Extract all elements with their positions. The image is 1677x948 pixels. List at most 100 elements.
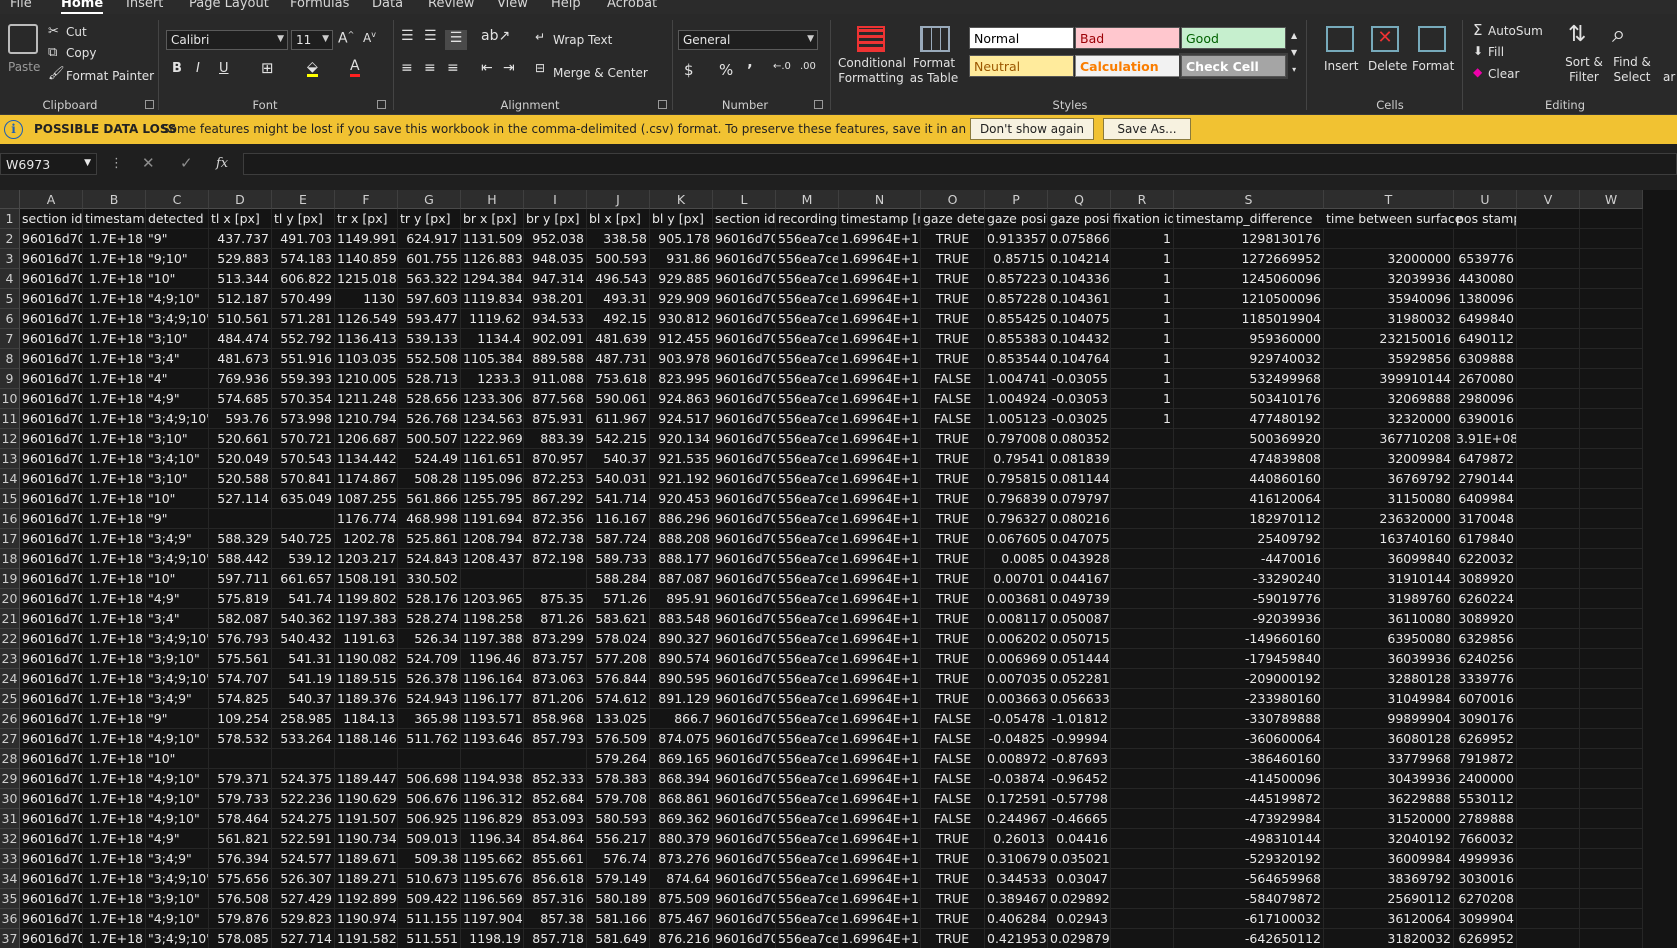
table-cell[interactable]: 32009984 [1324,449,1454,469]
table-cell[interactable]: 1208.794 [461,529,524,549]
table-cell[interactable]: 1.69964E+18 [839,889,921,909]
table-cell[interactable]: 96016d70- [20,509,83,529]
table-cell[interactable]: 1.69964E+18 [839,349,921,369]
table-cell[interactable]: "4;9" [146,829,209,849]
row-header[interactable]: 13 [0,449,20,469]
table-cell[interactable] [1111,509,1174,529]
table-cell[interactable]: 0.795815 [985,469,1048,489]
table-cell[interactable]: 1.69964E+18 [839,549,921,569]
table-cell[interactable]: "9" [146,229,209,249]
table-cell[interactable]: 556ea7ce- [776,329,839,349]
table-cell[interactable]: 96016d70- [20,709,83,729]
table-cell[interactable]: 0.104764 [1048,349,1111,369]
style-calculation[interactable]: Calculation [1075,55,1180,77]
table-cell[interactable]: 477480192 [1174,409,1324,429]
table-cell[interactable]: 890.574 [650,649,713,669]
table-cell[interactable]: -473929984 [1174,809,1324,829]
font-size-select[interactable]: 11 ▼ [291,30,333,50]
table-cell[interactable]: "4;9;10" [146,729,209,749]
table-cell[interactable]: 338.58 [587,229,650,249]
table-cell[interactable]: 857.718 [524,929,587,948]
table-cell[interactable]: 556ea7ce- [776,829,839,849]
table-cell[interactable]: 506.698 [398,769,461,789]
row-header[interactable]: 28 [0,749,20,769]
table-cell[interactable]: 580.189 [587,889,650,909]
header-cell[interactable]: tl y [px] [272,209,335,229]
table-cell[interactable]: 1294.384 [461,269,524,289]
table-cell[interactable]: 1.69964E+18 [839,469,921,489]
tab-file[interactable]: File [10,0,32,11]
table-cell[interactable]: 367710208 [1324,429,1454,449]
row-header[interactable]: 19 [0,569,20,589]
align-bottom-icon[interactable]: ☰ [445,30,467,50]
table-cell[interactable]: -617100032 [1174,909,1324,929]
table-cell[interactable]: 96016d70- [713,489,776,509]
table-cell[interactable]: TRUE [921,269,985,289]
table-cell[interactable] [1517,749,1580,769]
italic-button[interactable]: I [196,61,200,76]
table-cell[interactable]: 574.825 [209,689,272,709]
table-cell[interactable]: "9" [146,709,209,729]
table-cell[interactable]: 96016d70- [20,909,83,929]
table-cell[interactable] [1517,389,1580,409]
table-cell[interactable]: 0.029879 [1048,929,1111,948]
table-cell[interactable]: 96016d70- [20,229,83,249]
table-cell[interactable]: FALSE [921,789,985,809]
table-cell[interactable]: TRUE [921,529,985,549]
table-cell[interactable]: 1.7E+18 [83,909,146,929]
table-cell[interactable]: 4999936 [1454,849,1517,869]
wrap-text-button[interactable]: Wrap Text [553,33,612,47]
table-cell[interactable]: TRUE [921,929,985,948]
paste-icon[interactable] [8,24,38,54]
table-cell[interactable]: 576.793 [209,629,272,649]
table-cell[interactable]: 929.885 [650,269,713,289]
table-cell[interactable]: 526.34 [398,629,461,649]
table-cell[interactable]: 769.936 [209,369,272,389]
table-cell[interactable]: TRUE [921,329,985,349]
table-cell[interactable]: 96016d70- [713,829,776,849]
table-cell[interactable]: 556ea7ce- [776,489,839,509]
table-cell[interactable]: FALSE [921,749,985,769]
table-cell[interactable]: 96016d70- [20,869,83,889]
table-cell[interactable] [1580,809,1643,829]
table-cell[interactable]: 1.69964E+18 [839,649,921,669]
table-cell[interactable]: 1 [1111,409,1174,429]
table-cell[interactable]: 1.69964E+18 [839,769,921,789]
table-cell[interactable] [1111,889,1174,909]
table-cell[interactable]: 1193.571 [461,709,524,729]
table-cell[interactable]: 559.393 [272,369,335,389]
table-cell[interactable]: -445199872 [1174,789,1324,809]
table-cell[interactable]: 31989760 [1324,589,1454,609]
table-cell[interactable]: 574.183 [272,249,335,269]
table-cell[interactable]: 5530112 [1454,789,1517,809]
table-cell[interactable]: 579.876 [209,909,272,929]
header-cell[interactable]: tr y [px] [398,209,461,229]
table-cell[interactable]: 1.69964E+18 [839,709,921,729]
table-cell[interactable]: 556ea7ce- [776,389,839,409]
table-cell[interactable]: 873.299 [524,629,587,649]
table-cell[interactable]: 520.588 [209,469,272,489]
header-cell[interactable]: fixation id [1111,209,1174,229]
table-cell[interactable]: "3;4;9" [146,529,209,549]
table-cell[interactable]: 7660032 [1454,829,1517,849]
table-cell[interactable]: 959360000 [1174,329,1324,349]
table-cell[interactable] [1580,409,1643,429]
table-cell[interactable]: 1 [1111,289,1174,309]
table-cell[interactable]: 330.502 [398,569,461,589]
table-cell[interactable]: 0.007035 [985,669,1048,689]
table-cell[interactable]: "3;4" [146,349,209,369]
table-cell[interactable]: -0.57798 [1048,789,1111,809]
table-cell[interactable]: 96016d70- [713,689,776,709]
conditional-formatting-button[interactable]: Conditional Formatting [838,56,906,86]
table-cell[interactable]: 852.333 [524,769,587,789]
table-cell[interactable]: 921.535 [650,449,713,469]
table-cell[interactable]: 96016d70- [20,369,83,389]
table-cell[interactable] [1580,669,1643,689]
table-cell[interactable]: 541.74 [272,589,335,609]
table-cell[interactable]: 506.676 [398,789,461,809]
table-cell[interactable]: 856.618 [524,869,587,889]
table-cell[interactable]: 0.044167 [1048,569,1111,589]
table-cell[interactable]: 0.049739 [1048,589,1111,609]
table-cell[interactable]: 873.757 [524,649,587,669]
column-header-p[interactable]: P [985,190,1048,209]
